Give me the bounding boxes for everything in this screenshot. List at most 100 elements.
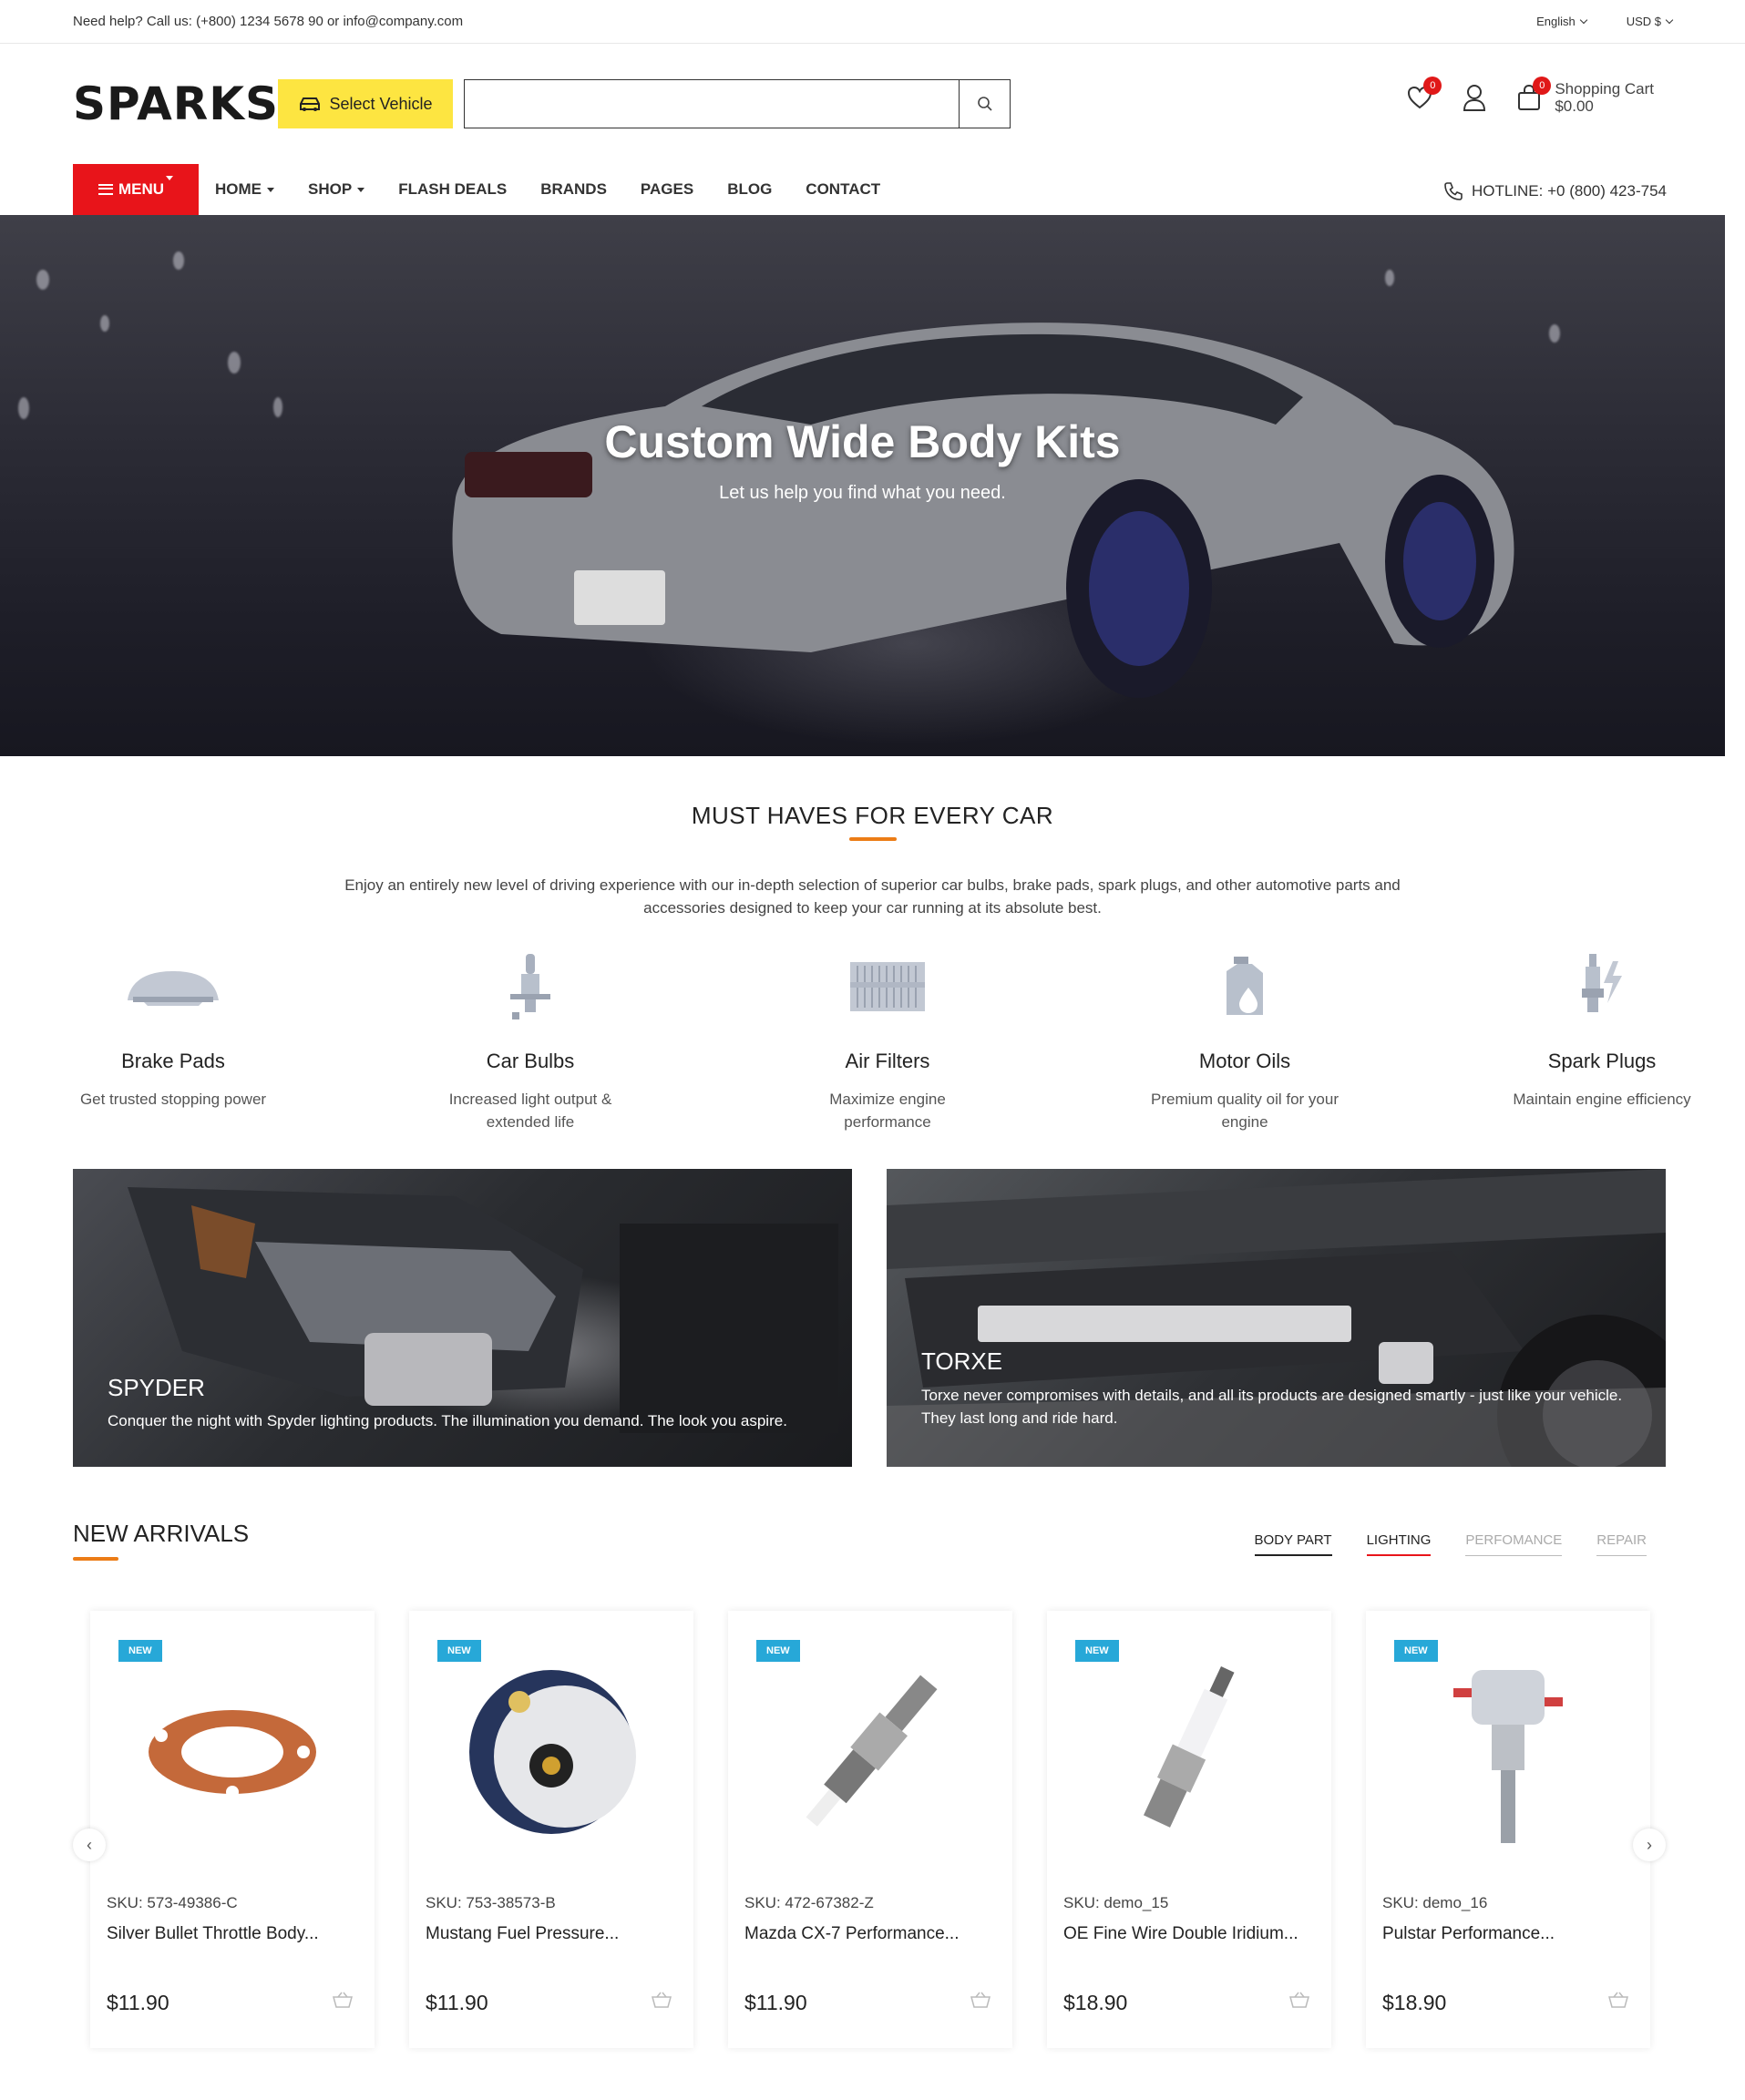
feature-motor-oils[interactable]: Motor Oils Premium quality oil for your …	[1145, 948, 1345, 1133]
nav-flash-deals[interactable]: FLASH DEALS	[398, 180, 507, 199]
search-bar	[464, 79, 1011, 128]
car-icon	[300, 97, 321, 111]
must-haves-title: MUST HAVES FOR EVERY CAR	[691, 802, 1054, 829]
hotline-text: HOTLINE: +0 (800) 423-754	[1471, 182, 1667, 200]
product-price: $11.90	[107, 1991, 169, 2014]
product-image[interactable]	[1065, 1647, 1313, 1857]
user-icon	[1463, 85, 1486, 111]
cart-button[interactable]: 0	[1514, 77, 1552, 113]
promo-banners: SPYDER Conquer the night with Spyder lig…	[73, 1169, 1666, 1467]
nav-brands[interactable]: BRANDS	[540, 180, 607, 199]
new-badge: NEW	[1075, 1640, 1119, 1662]
feature-car-bulbs[interactable]: Car Bulbs Increased light output & exten…	[430, 948, 631, 1133]
nav-pages[interactable]: PAGES	[641, 180, 693, 199]
carousel-next-button[interactable]: ›	[1633, 1829, 1666, 1861]
feature-brake-pads[interactable]: Brake Pads Get trusted stopping power	[73, 948, 273, 1133]
nav-blog[interactable]: BLOG	[727, 180, 772, 199]
cart-count-badge: 0	[1533, 77, 1552, 95]
wishlist-count-badge: 0	[1423, 77, 1442, 95]
product-name[interactable]: Mustang Fuel Pressure...	[426, 1924, 619, 1944]
currency-selector[interactable]: USD $	[1627, 15, 1672, 28]
product-name[interactable]: Mazda CX-7 Performance...	[744, 1924, 959, 1944]
product-card[interactable]: NEW SKU: 753-38573-B Mustang Fuel Pressu…	[409, 1611, 693, 2048]
product-name[interactable]: Silver Bullet Throttle Body...	[107, 1924, 319, 1944]
cart-summary[interactable]: Shopping Cart $0.00	[1555, 80, 1654, 115]
tab-lighting[interactable]: LIGHTING	[1366, 1532, 1432, 1556]
select-vehicle-button[interactable]: Select Vehicle	[278, 79, 453, 128]
add-to-cart-button[interactable]	[1289, 1992, 1309, 2013]
nav-links: HOME SHOP FLASH DEALS BRANDS PAGES BLOG …	[215, 180, 880, 199]
product-sku: SKU: 472-67382-Z	[744, 1894, 874, 1911]
carousel-prev-button[interactable]: ‹	[73, 1829, 106, 1861]
tab-repair[interactable]: REPAIR	[1596, 1532, 1647, 1556]
menu-button[interactable]: MENU	[73, 164, 199, 215]
product-price: $11.90	[426, 1991, 488, 2014]
product-price: $18.90	[1382, 1991, 1447, 2014]
fuel-regulator-image	[469, 1670, 636, 1834]
bulb-icon	[510, 954, 550, 1019]
product-card[interactable]: NEW SKU: 573-49386-C Silver Bullet Throt…	[90, 1611, 375, 2048]
product-image[interactable]	[1384, 1647, 1632, 1857]
product-image[interactable]	[746, 1647, 994, 1857]
hamburger-icon	[98, 184, 113, 195]
select-vehicle-label: Select Vehicle	[329, 94, 433, 113]
account-button[interactable]	[1460, 82, 1489, 113]
product-image[interactable]	[427, 1647, 675, 1857]
basket-icon	[333, 1992, 353, 2008]
product-sku: SKU: 573-49386-C	[107, 1894, 238, 1911]
feature-desc: Premium quality oil for your engine	[1151, 1091, 1339, 1131]
nav-shop[interactable]: SHOP	[308, 180, 364, 199]
add-to-cart-button[interactable]	[652, 1992, 672, 2013]
product-card[interactable]: NEW SKU: demo_16 Pulstar Performance... …	[1366, 1611, 1650, 2048]
banner-title: SPYDER	[108, 1374, 205, 1401]
top-bar: Need help? Call us: (+800) 1234 5678 90 …	[0, 0, 1745, 44]
search-input[interactable]	[465, 80, 959, 128]
main-nav: MENU HOME SHOP FLASH DEALS BRANDS PAGES …	[0, 164, 1745, 215]
basket-icon	[1289, 1992, 1309, 2008]
feature-air-filters[interactable]: Air Filters Maximize engine performance	[787, 948, 988, 1133]
feature-desc: Get trusted stopping power	[79, 1091, 267, 1108]
add-to-cart-button[interactable]	[333, 1992, 353, 2013]
product-sku: SKU: demo_16	[1382, 1894, 1488, 1911]
nav-home[interactable]: HOME	[215, 180, 274, 199]
feature-title: Brake Pads	[121, 1050, 225, 1072]
product-card[interactable]: NEW SKU: demo_15 OE Fine Wire Double Iri…	[1047, 1611, 1331, 2048]
distributor-image	[1453, 1670, 1563, 1843]
feature-title: Motor Oils	[1198, 1050, 1291, 1072]
chevron-left-icon: ‹	[87, 1835, 92, 1854]
cart-total: $0.00	[1555, 97, 1594, 115]
site-header: SPARKS Select Vehicle 0 0 Shopping Cart …	[0, 44, 1745, 164]
hero-banner[interactable]: Custom Wide Body Kits Let us help you fi…	[0, 215, 1725, 756]
product-name[interactable]: Pulstar Performance...	[1382, 1924, 1555, 1944]
product-name[interactable]: OE Fine Wire Double Iridium...	[1063, 1924, 1298, 1944]
add-to-cart-button[interactable]	[1608, 1992, 1628, 2013]
banner-torxe[interactable]: TORXE Torxe never compromises with detai…	[887, 1169, 1666, 1467]
feature-spark-plugs[interactable]: Spark Plugs Maintain engine efficiency	[1502, 948, 1702, 1133]
brake-pad-icon	[128, 971, 219, 1006]
title-underline	[848, 837, 897, 841]
feature-desc: Maximize engine performance	[829, 1091, 946, 1131]
basket-icon	[652, 1992, 672, 2008]
tab-perfomance[interactable]: PERFOMANCE	[1465, 1532, 1563, 1556]
search-button[interactable]	[959, 80, 1010, 128]
language-selector[interactable]: English	[1536, 15, 1586, 28]
tab-body-part[interactable]: BODY PART	[1254, 1532, 1332, 1556]
help-text: Need help? Call us: (+800) 1234 5678 90 …	[73, 14, 464, 29]
banner-text: Conquer the night with Spyder lighting p…	[108, 1412, 787, 1429]
wishlist-button[interactable]: 0	[1405, 77, 1442, 113]
banner-title: TORXE	[921, 1347, 1003, 1375]
phone-icon	[1444, 182, 1463, 200]
hotline[interactable]: HOTLINE: +0 (800) 423-754	[1442, 180, 1667, 202]
nav-contact[interactable]: CONTACT	[806, 180, 880, 199]
product-sku: SKU: 753-38573-B	[426, 1894, 556, 1911]
product-image[interactable]	[108, 1647, 356, 1857]
new-arrivals-header: NEW ARRIVALS BODY PART LIGHTING PERFOMAN…	[73, 1520, 1681, 1561]
feature-title: Air Filters	[845, 1050, 930, 1072]
new-badge: NEW	[437, 1640, 481, 1662]
add-to-cart-button[interactable]	[970, 1992, 991, 2013]
site-logo[interactable]: SPARKS	[73, 77, 278, 130]
banner-spyder[interactable]: SPYDER Conquer the night with Spyder lig…	[73, 1169, 852, 1467]
title-underline	[73, 1557, 118, 1561]
new-badge: NEW	[756, 1640, 800, 1662]
product-card[interactable]: NEW SKU: 472-67382-Z Mazda CX-7 Performa…	[728, 1611, 1012, 2048]
